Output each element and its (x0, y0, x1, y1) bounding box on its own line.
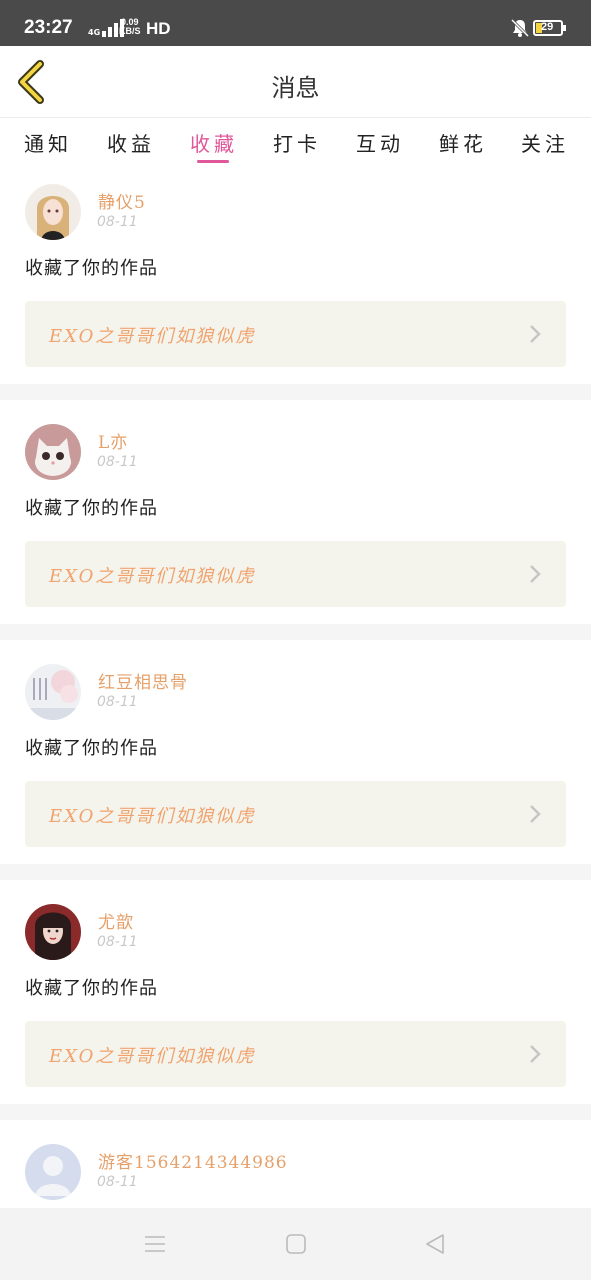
message-action: 收藏了你的作品 (25, 258, 158, 279)
message-item: 红豆相思骨 08-11 收藏了你的作品 EXO之哥哥们如狼似虎 (0, 648, 591, 872)
header-bar: 消息 (0, 46, 591, 118)
hd-indicator: HD (146, 19, 171, 38)
message-date: 08-11 (97, 1174, 138, 1190)
menu-icon[interactable] (144, 1233, 166, 1255)
message-date: 08-11 (97, 694, 138, 710)
page-title: 消息 (271, 74, 320, 102)
work-title: EXO之哥哥们如狼似虎 (49, 806, 256, 827)
avatar[interactable] (25, 904, 81, 960)
bell-muted-icon (510, 18, 530, 38)
chevron-right-icon (530, 325, 541, 343)
message-item: 尤歆 08-11 收藏了你的作品 EXO之哥哥们如狼似虎 (0, 888, 591, 1112)
username[interactable]: L亦 (98, 428, 128, 453)
tab-flowers[interactable]: 鲜花 (439, 128, 487, 157)
tab-favorites[interactable]: 收藏 (190, 128, 238, 157)
network-speed: 0.09 KB/S (119, 18, 141, 36)
avatar[interactable] (25, 184, 81, 240)
status-time: 23:27 (24, 17, 73, 38)
work-title: EXO之哥哥们如狼似虎 (49, 566, 256, 587)
divider (0, 864, 591, 880)
chevron-right-icon (530, 805, 541, 823)
tab-bar: 通知 收益 收藏 打卡 互动 鲜花 关注 (0, 118, 591, 168)
divider (0, 1104, 591, 1120)
username[interactable]: 静仪5 (98, 188, 146, 213)
battery-level: 29 (541, 21, 554, 33)
tab-earnings[interactable]: 收益 (107, 128, 155, 157)
avatar[interactable] (25, 664, 81, 720)
work-link[interactable]: EXO之哥哥们如狼似虎 (25, 1021, 566, 1087)
active-tab-indicator (197, 160, 229, 163)
system-nav-bar (0, 1208, 591, 1280)
username[interactable]: 游客1564214344986 (98, 1148, 288, 1173)
work-title: EXO之哥哥们如狼似虎 (49, 326, 256, 347)
back-triangle-icon[interactable] (424, 1233, 446, 1255)
default-user-icon[interactable] (25, 1144, 81, 1200)
username[interactable]: 红豆相思骨 (98, 668, 188, 693)
message-action: 收藏了你的作品 (25, 738, 158, 759)
work-link[interactable]: EXO之哥哥们如狼似虎 (25, 541, 566, 607)
divider (0, 384, 591, 400)
message-item: L亦 08-11 收藏了你的作品 EXO之哥哥们如狼似虎 (0, 408, 591, 632)
chevron-right-icon (530, 565, 541, 583)
message-date: 08-11 (97, 454, 138, 470)
avatar[interactable] (25, 424, 81, 480)
tab-interaction[interactable]: 互动 (356, 128, 404, 157)
divider (0, 624, 591, 640)
message-date: 08-11 (97, 214, 138, 230)
tab-follow[interactable]: 关注 (521, 128, 569, 157)
tab-notifications[interactable]: 通知 (24, 128, 72, 157)
tab-checkin[interactable]: 打卡 (273, 128, 321, 157)
message-date: 08-11 (97, 934, 138, 950)
chevron-right-icon (530, 1045, 541, 1063)
speed-unit: KB/S (119, 26, 141, 36)
message-item: 游客1564214344986 08-11 (0, 1128, 591, 1208)
work-title: EXO之哥哥们如狼似虎 (49, 1046, 256, 1067)
work-link[interactable]: EXO之哥哥们如狼似虎 (25, 301, 566, 367)
status-bar: 23:27 4G 0.09 KB/S HD 29 (0, 0, 591, 46)
message-item: 静仪5 08-11 收藏了你的作品 EXO之哥哥们如狼似虎 (0, 168, 591, 392)
home-icon[interactable] (285, 1233, 307, 1255)
work-link[interactable]: EXO之哥哥们如狼似虎 (25, 781, 566, 847)
network-type: 4G (88, 28, 101, 37)
username[interactable]: 尤歆 (98, 908, 134, 933)
message-action: 收藏了你的作品 (25, 978, 158, 999)
message-action: 收藏了你的作品 (25, 498, 158, 519)
battery-icon: 29 (533, 20, 566, 36)
